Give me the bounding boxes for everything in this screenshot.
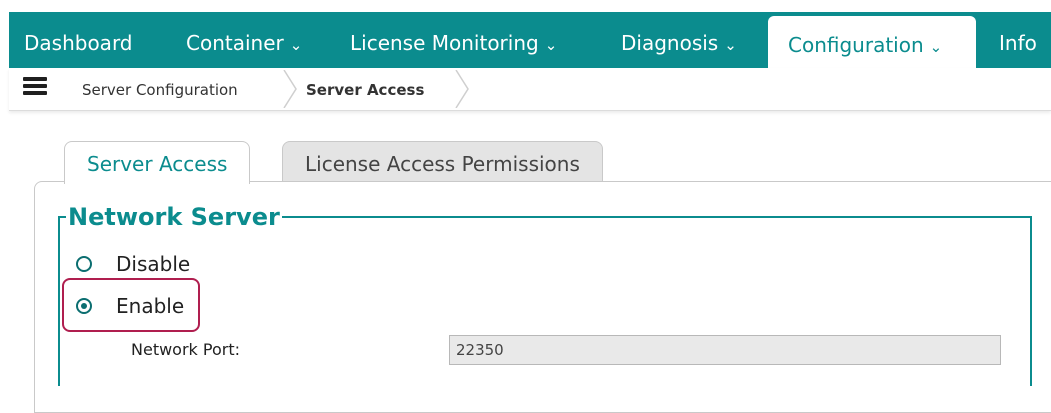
nav-license-monitoring-label: License Monitoring bbox=[350, 31, 539, 55]
nav-dashboard-label: Dashboard bbox=[24, 31, 133, 55]
top-navigation: Dashboard Container ⌄ License Monitoring ⌄… bbox=[0, 0, 1051, 72]
nav-diagnosis[interactable]: Diagnosis ⌄ bbox=[621, 12, 737, 68]
nav-license-monitoring[interactable]: License Monitoring ⌄ bbox=[350, 12, 557, 68]
nav-configuration[interactable]: Configuration ⌄ bbox=[768, 16, 976, 72]
chevron-down-icon: ⌄ bbox=[544, 36, 558, 54]
nav-info-label: Info bbox=[999, 31, 1037, 55]
nav-configuration-label: Configuration bbox=[788, 33, 924, 57]
breadcrumb-server-access: Server Access bbox=[306, 81, 425, 99]
server-menu-icon[interactable] bbox=[23, 77, 47, 97]
nav-container[interactable]: Container ⌄ bbox=[186, 12, 302, 68]
breadcrumb-separator-icon bbox=[455, 70, 469, 108]
nav-info[interactable]: Info bbox=[999, 12, 1037, 68]
breadcrumb-separator-icon bbox=[283, 70, 297, 108]
nav-dashboard[interactable]: Dashboard bbox=[24, 12, 133, 68]
tab-server-access[interactable]: Server Access bbox=[64, 141, 251, 184]
enable-highlight-box bbox=[62, 278, 200, 332]
network-server-legend: Network Server bbox=[68, 203, 280, 231]
chevron-down-icon: ⌄ bbox=[289, 36, 303, 54]
breadcrumb: Server Configuration Server Access bbox=[9, 68, 1051, 111]
network-port-label: Network Port: bbox=[131, 340, 240, 359]
network-port-field[interactable] bbox=[449, 335, 1001, 365]
chevron-down-icon: ⌄ bbox=[929, 38, 943, 56]
nav-diagnosis-label: Diagnosis bbox=[621, 31, 719, 55]
tab-license-access-permissions[interactable]: License Access Permissions bbox=[282, 141, 603, 182]
breadcrumb-server-configuration[interactable]: Server Configuration bbox=[82, 68, 238, 110]
disable-label: Disable bbox=[116, 252, 191, 276]
disable-radio[interactable] bbox=[76, 256, 92, 272]
chevron-down-icon: ⌄ bbox=[724, 36, 737, 54]
nav-container-label: Container bbox=[186, 31, 284, 55]
main-nav-bar: Dashboard Container ⌄ License Monitoring ⌄… bbox=[9, 12, 1051, 72]
